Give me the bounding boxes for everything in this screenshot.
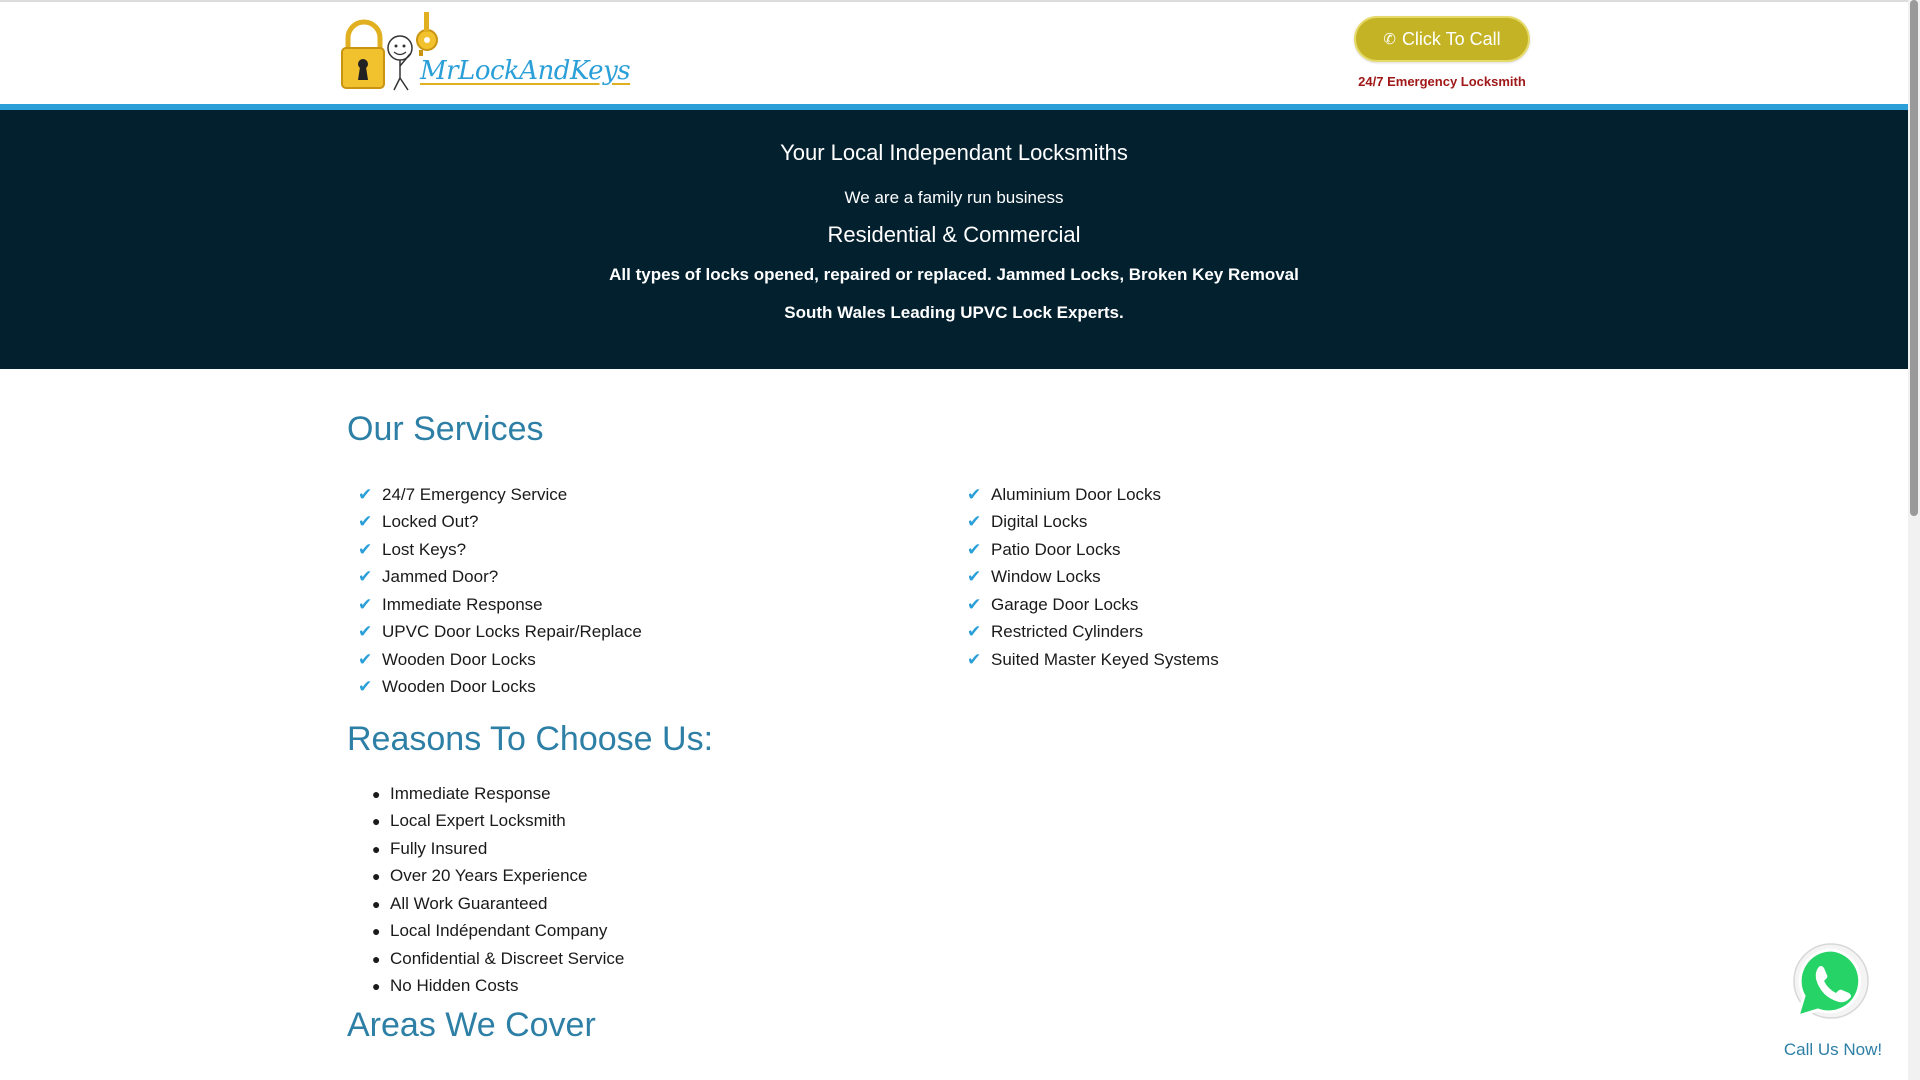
checkmark-icon: ✔ xyxy=(358,484,373,504)
bullet-icon: ● xyxy=(372,895,381,912)
list-item: ✔ Aluminium Door Locks xyxy=(967,484,1162,504)
bullet-icon: ● xyxy=(372,785,381,802)
checkmark-icon: ✔ xyxy=(358,512,373,532)
whatsapp-icon[interactable] xyxy=(1790,942,1872,1024)
phone-icon: ✆ xyxy=(1383,31,1396,48)
scrollbar-thumb[interactable] xyxy=(1910,0,1918,516)
bullet-icon: ● xyxy=(372,923,381,940)
checkmark-icon: ✔ xyxy=(358,649,373,669)
hero-heading: Residential & Commercial xyxy=(827,222,1081,247)
list-item: ✔ Window Locks xyxy=(967,567,1101,587)
logo-text[interactable]: MrLockAndKeys xyxy=(420,56,631,86)
whatsapp-call-link[interactable]: Call Us Now! xyxy=(1770,1040,1896,1060)
bullet-icon: ● xyxy=(372,868,381,885)
list-item: ✔ Wooden Door Locks xyxy=(358,649,536,669)
list-item: ● Local Expert Locksmith xyxy=(372,811,566,831)
checkmark-icon: ✔ xyxy=(967,649,982,669)
hero-line-1: All types of locks opened, repaired or r… xyxy=(609,265,1299,284)
checkmark-icon: ✔ xyxy=(967,539,982,559)
checkmark-icon: ✔ xyxy=(967,567,982,587)
list-item: ✔ Wooden Door Locks xyxy=(358,677,536,697)
list-item: ● Fully Insured xyxy=(372,838,488,858)
list-item: ✔ UPVC Door Locks Repair/Replace xyxy=(358,622,642,642)
call-button-label: Click To Call xyxy=(1401,28,1501,49)
list-item: ● Confidential & Discreet Service xyxy=(372,948,625,968)
list-item: ● Local Indépendant Company xyxy=(372,921,608,941)
list-item: ✔ Locked Out? xyxy=(358,512,479,532)
list-item: ✔ Suited Master Keyed Systems xyxy=(967,649,1219,669)
site-header: MrLockAndKeys ✆ Click To Call 24/7 Emerg… xyxy=(0,2,1908,104)
list-item: ✔ Restricted Cylinders xyxy=(967,622,1144,642)
checkmark-icon: ✔ xyxy=(967,512,982,532)
list-item: ✔ 24/7 Emergency Service xyxy=(358,484,568,504)
checkmark-icon: ✔ xyxy=(967,594,982,614)
emergency-tagline: 24/7 Emergency Locksmith xyxy=(1358,74,1526,89)
list-item: ● Over 20 Years Experience xyxy=(372,866,588,886)
services-heading: Our Services xyxy=(347,410,544,448)
checkmark-icon: ✔ xyxy=(967,622,982,642)
vertical-scrollbar[interactable] xyxy=(1908,0,1920,1080)
checkmark-icon: ✔ xyxy=(358,539,373,559)
list-item: ✔ Garage Door Locks xyxy=(967,594,1139,614)
bullet-icon: ● xyxy=(372,840,381,857)
checkmark-icon: ✔ xyxy=(358,594,373,614)
list-item: ● All Work Guaranteed xyxy=(372,893,548,913)
reasons-heading: Reasons To Choose Us: xyxy=(347,720,714,758)
list-item: ✔ Lost Keys? xyxy=(358,539,467,559)
bullet-icon: ● xyxy=(372,813,381,830)
checkmark-icon: ✔ xyxy=(358,567,373,587)
hero-banner: Your Local Independant Locksmiths We are… xyxy=(0,110,1908,369)
hero-title: Your Local Independant Locksmiths xyxy=(780,140,1128,165)
click-to-call-button[interactable]: ✆ Click To Call xyxy=(1354,16,1530,62)
areas-heading: Areas We Cover xyxy=(347,1006,596,1044)
list-item: ✔ Digital Locks xyxy=(967,512,1088,532)
services-list-left: ✔ 24/7 Emergency Service ✔ Locked Out? ✔ Lo… xyxy=(358,481,642,701)
services-list-right: ✔ Aluminium Door Locks ✔ Digital Locks ✔ Pa… xyxy=(967,481,1219,674)
checkmark-icon: ✔ xyxy=(967,484,982,504)
checkmark-icon: ✔ xyxy=(358,677,373,697)
hero-subtitle: We are a family run business xyxy=(844,188,1064,207)
hero-line-2: South Wales Leading UPVC Lock Experts. xyxy=(784,303,1124,322)
list-item: ✔ Patio Door Locks xyxy=(967,539,1121,559)
list-item: ✔ Jammed Door? xyxy=(358,567,499,587)
bullet-icon: ● xyxy=(372,950,381,967)
bullet-icon: ● xyxy=(372,978,381,995)
checkmark-icon: ✔ xyxy=(358,622,373,642)
list-item: ● No Hidden Costs xyxy=(372,976,519,996)
list-item: ✔ Immediate Response xyxy=(358,594,543,614)
list-item: ● Immediate Response xyxy=(372,783,551,803)
reasons-list: ● Immediate Response ● Local Expert Locksm… xyxy=(372,780,624,1000)
